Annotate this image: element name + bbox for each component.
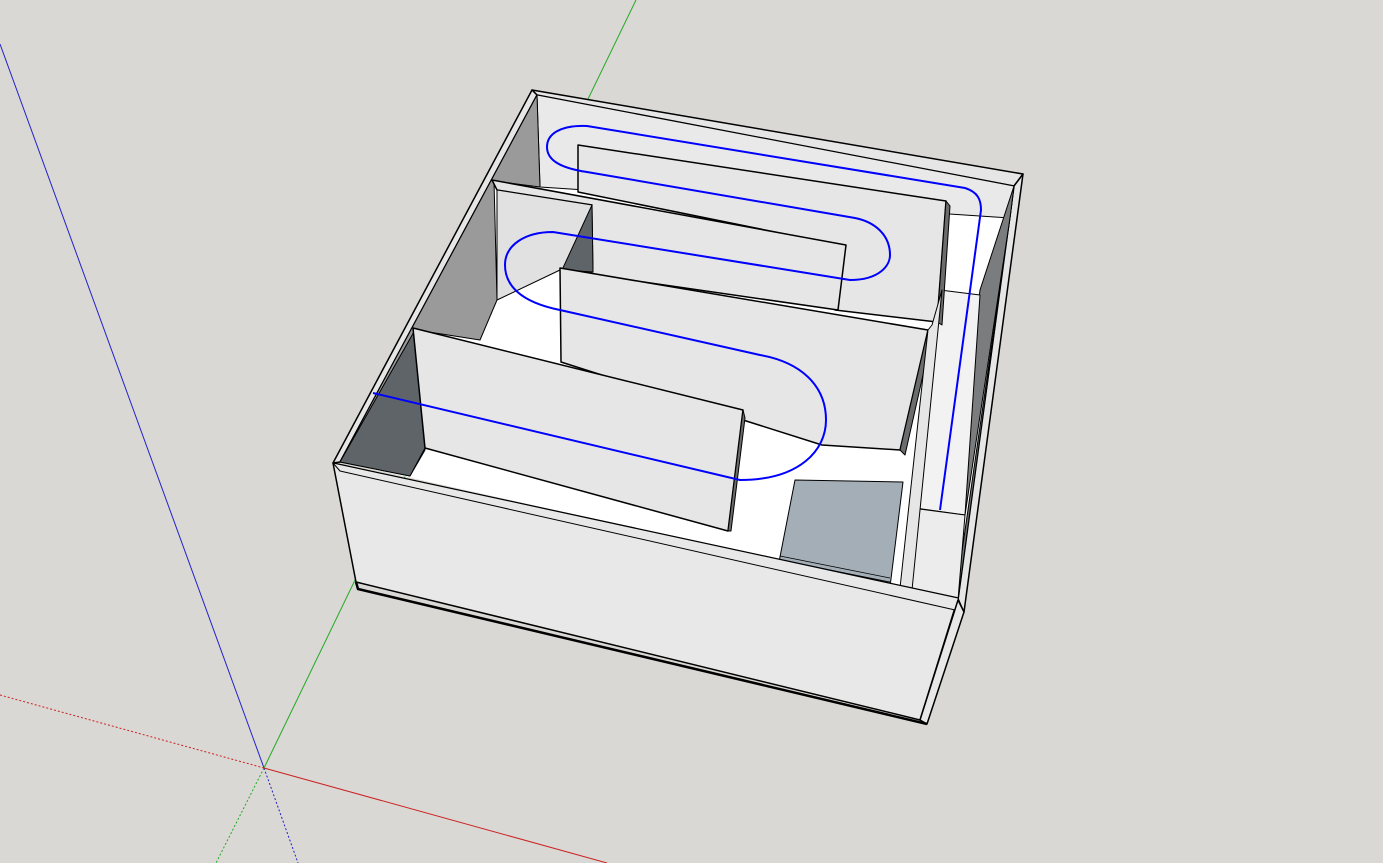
viewport-canvas[interactable] — [0, 0, 1383, 863]
model-viewport[interactable] — [0, 0, 1383, 863]
